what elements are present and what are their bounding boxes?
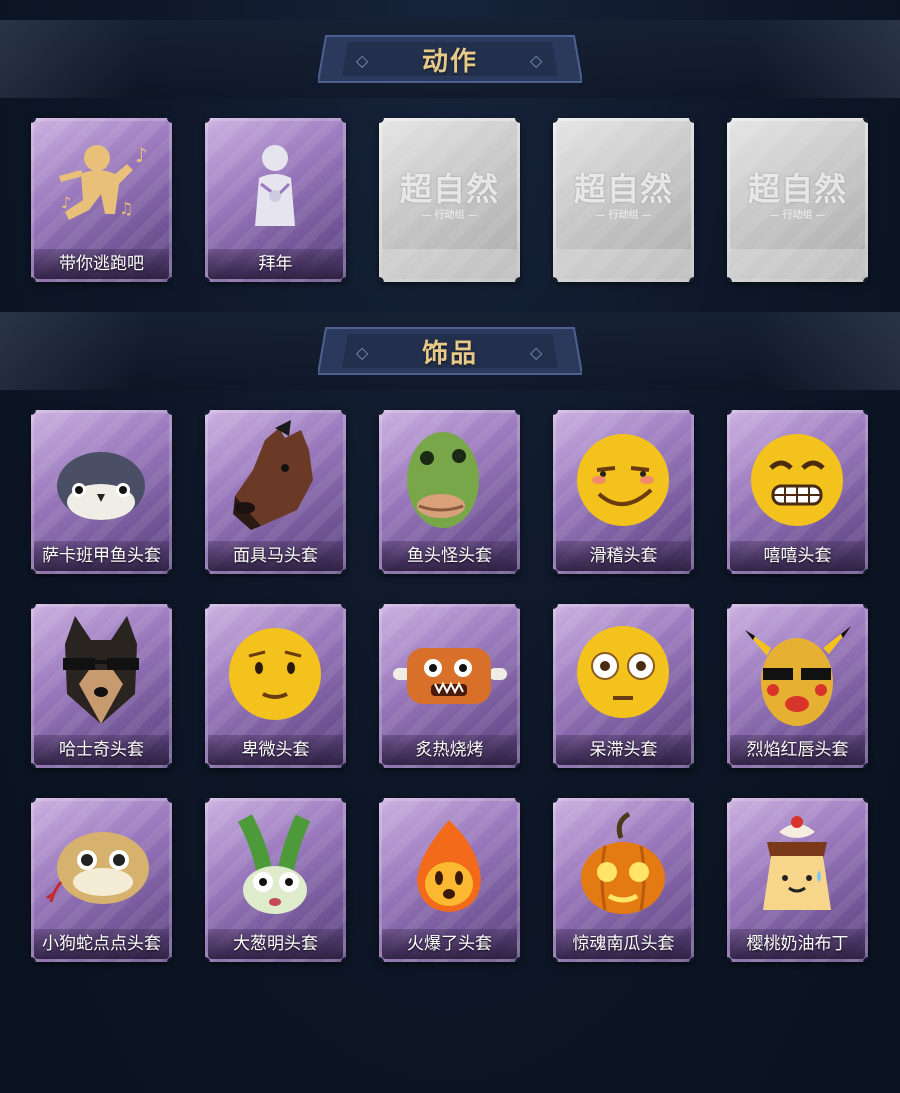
action-card-new-year-greeting[interactable]: 拜年: [205, 118, 346, 282]
placeholder-stamp-subtitle: — 行动组 —: [595, 210, 652, 221]
card-label: 拜年: [208, 249, 343, 279]
accessory-card[interactable]: 嘻嘻头套: [727, 410, 868, 574]
card-label: [382, 249, 517, 279]
card-label: 鱼头怪头套: [382, 541, 517, 571]
snake-head-icon: [46, 832, 149, 904]
accessory-card[interactable]: 面具马头套: [205, 410, 346, 574]
accessory-card[interactable]: 惊魂南瓜头套: [553, 798, 694, 962]
card-label: 带你逃跑吧: [34, 249, 169, 279]
card-label: 大葱明头套: [208, 929, 343, 959]
card-label: 哈士奇头套: [34, 735, 169, 765]
card-label: 卑微头套: [208, 735, 343, 765]
card-label: 呆滞头套: [556, 735, 691, 765]
husky-head-icon: [63, 616, 139, 724]
svg-text:♪: ♪: [61, 193, 71, 212]
section-title-accessories: 饰品: [421, 338, 478, 369]
bbq-meat-icon: [393, 648, 507, 704]
pudding-head-icon: [763, 816, 831, 910]
accessory-card[interactable]: 炙热烧烤: [379, 604, 520, 768]
svg-text:♫: ♫: [119, 199, 133, 218]
svg-text:◇: ◇: [356, 343, 369, 362]
locked-card[interactable]: 超自然 — 行动组 —: [379, 118, 520, 282]
fish-monster-head-icon: [407, 432, 479, 528]
accessory-card[interactable]: 卑微头套: [205, 604, 346, 768]
locked-card[interactable]: 超自然 — 行动组 —: [553, 118, 694, 282]
svg-text:◇: ◇: [530, 51, 543, 70]
fish-head-icon: [57, 452, 145, 520]
card-label: 小狗蛇点点头套: [34, 929, 169, 959]
accessory-card[interactable]: 樱桃奶油布丁: [727, 798, 868, 962]
card-label: 炙热烧烤: [382, 735, 517, 765]
horse-head-icon: [233, 420, 313, 530]
pumpkin-head-icon: [581, 811, 665, 914]
humble-face-head-icon: [229, 628, 321, 720]
bow-emote-icon: [255, 145, 295, 226]
placeholder-stamp: 超自然: [573, 170, 673, 208]
placeholder-stamp: 超自然: [747, 170, 847, 208]
action-card-run-away[interactable]: ♪ ♪ ♫ 带你逃跑吧: [31, 118, 172, 282]
dazed-face-head-icon: [577, 626, 669, 718]
accessories-grid: 萨卡班甲鱼头套 面具马头套 鱼头怪头套 滑稽头套 嘻嘻头套 哈士奇头套 卑微头套…: [31, 410, 868, 962]
scallion-head-icon: [237, 814, 311, 914]
red-lips-head-icon: [745, 626, 851, 726]
card-label: 萨卡班甲鱼头套: [34, 541, 169, 571]
accessory-card[interactable]: 大葱明头套: [205, 798, 346, 962]
accessory-card[interactable]: 呆滞头套: [553, 604, 694, 768]
dance-emote-icon: ♪ ♪ ♫: [59, 143, 148, 220]
card-label: 火爆了头套: [382, 929, 517, 959]
fire-head-icon: [417, 820, 481, 912]
placeholder-stamp-subtitle: — 行动组 —: [421, 210, 478, 221]
svg-text:◇: ◇: [530, 343, 543, 362]
accessory-card[interactable]: 烈焰红唇头套: [727, 604, 868, 768]
placeholder-stamp-subtitle: — 行动组 —: [769, 210, 826, 221]
card-label: 惊魂南瓜头套: [556, 929, 691, 959]
accessory-card[interactable]: 滑稽头套: [553, 410, 694, 574]
locked-card[interactable]: 超自然 — 行动组 —: [727, 118, 868, 282]
section-banner-accessories: ◇ ◇ 饰品: [318, 326, 582, 376]
accessory-card[interactable]: 小狗蛇点点头套: [31, 798, 172, 962]
card-label: 樱桃奶油布丁: [730, 929, 865, 959]
card-label: [730, 249, 865, 279]
accessory-card[interactable]: 鱼头怪头套: [379, 410, 520, 574]
actions-grid: ♪ ♪ ♫ 带你逃跑吧 拜年 超自然 — 行动组 — 超自然 — 行动组 — 超…: [31, 118, 868, 282]
card-label: 滑稽头套: [556, 541, 691, 571]
section-title-actions: 动作: [421, 46, 478, 77]
card-label: 面具马头套: [208, 541, 343, 571]
section-banner-actions: ◇ ◇ 动作: [318, 34, 582, 84]
card-label: [556, 249, 691, 279]
svg-text:♪: ♪: [135, 143, 148, 167]
accessory-card[interactable]: 萨卡班甲鱼头套: [31, 410, 172, 574]
accessory-card[interactable]: 哈士奇头套: [31, 604, 172, 768]
placeholder-stamp: 超自然: [399, 170, 499, 208]
card-label: 烈焰红唇头套: [730, 735, 865, 765]
grin-face-head-icon: [751, 434, 843, 526]
card-label: 嘻嘻头套: [730, 541, 865, 571]
svg-text:◇: ◇: [356, 51, 369, 70]
funny-face-head-icon: [577, 434, 669, 526]
accessory-card[interactable]: 火爆了头套: [379, 798, 520, 962]
